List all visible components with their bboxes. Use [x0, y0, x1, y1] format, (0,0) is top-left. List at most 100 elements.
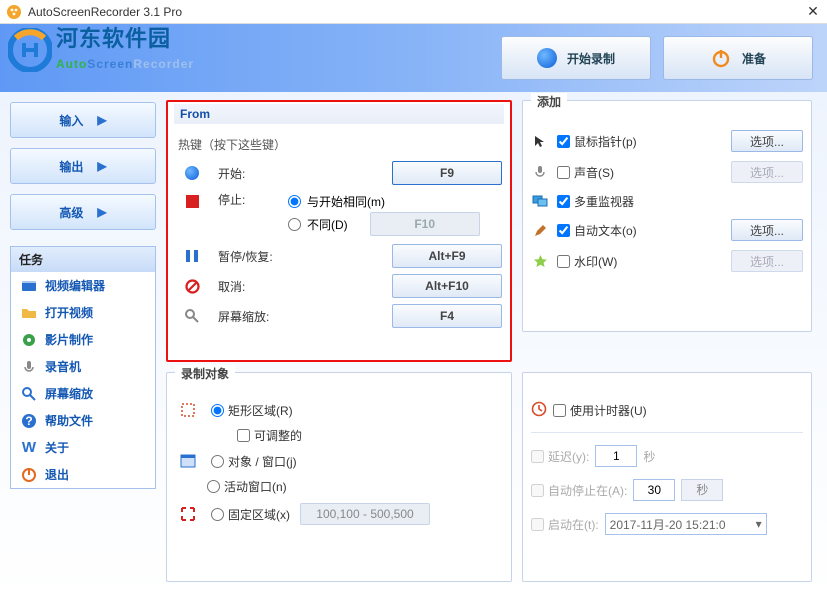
rec-rect-radio[interactable]	[211, 404, 224, 417]
add-sound-options-button: 选项...	[731, 161, 803, 183]
add-multimon-check[interactable]	[557, 195, 570, 208]
add-group: 添加 鼠标指针(p) 选项... 声音(S) 选项...	[522, 100, 812, 332]
task-about[interactable]: W关于	[11, 434, 155, 461]
rec-active-row: 活动窗口(n)	[175, 478, 503, 495]
cancel-icon	[182, 276, 202, 296]
cancel-label: 取消:	[218, 278, 288, 295]
svg-text:?: ?	[25, 414, 32, 428]
from-group: From 热键（按下这些键） 开始: F9 停止: 与开始相同(m	[166, 100, 512, 362]
timer-autostop-input[interactable]	[633, 479, 675, 501]
add-watermark-row: 水印(W) 选项...	[531, 250, 803, 272]
clock-icon	[531, 401, 547, 420]
chevron-right-icon: ▶	[97, 205, 106, 219]
start-record-label: 开始录制	[567, 50, 615, 67]
stop-icon	[182, 191, 202, 211]
task-zoom[interactable]: 屏幕缩放	[11, 380, 155, 407]
add-sound-row: 声音(S) 选项...	[531, 161, 803, 183]
rec-active-radio[interactable]	[207, 480, 220, 493]
add-watermark-check[interactable]	[557, 255, 570, 268]
fixed-icon	[179, 505, 197, 523]
rec-rect-label: 矩形区域(R)	[228, 402, 293, 419]
close-icon[interactable]: ✕	[805, 3, 821, 20]
rec-coords-button[interactable]: 100,100 - 500,500	[300, 503, 430, 525]
task-video-editor[interactable]: 视频编辑器	[11, 272, 155, 299]
about-icon: W	[21, 440, 37, 456]
hotkey-zoom-button[interactable]: F4	[392, 304, 502, 328]
chevron-right-icon: ▶	[97, 159, 106, 173]
watermark-logo-icon	[8, 28, 52, 72]
rec-adjustable-check[interactable]	[237, 429, 250, 442]
nav-input-button[interactable]: 输入▶	[10, 102, 156, 138]
ready-button[interactable]: 准备	[663, 36, 813, 80]
stop-same-radio[interactable]	[288, 195, 301, 208]
mic-icon	[531, 163, 549, 181]
tasks-title: 任务	[11, 247, 155, 272]
nav-advanced-button[interactable]: 高级▶	[10, 194, 156, 230]
timer-startat-date[interactable]: 2017-11月-20 15:21:0▾	[605, 513, 767, 535]
recording-target-group: 录制对象 矩形区域(R) 可调整的 对象 / 窗口(j)	[166, 372, 512, 582]
monitors-icon	[531, 192, 549, 210]
watermark: 河东软件园 AutoScreenRecorder	[8, 28, 194, 72]
task-recorder[interactable]: 录音机	[11, 353, 155, 380]
stop-same-label: 与开始相同(m)	[307, 193, 385, 210]
rec-objwin-radio[interactable]	[211, 455, 224, 468]
left-panel: 输入▶ 输出▶ 高级▶ 任务 视频编辑器 打开视频 影片制作 录音机 屏幕缩放 …	[0, 92, 160, 597]
add-autotext-row: 自动文本(o) 选项...	[531, 219, 803, 241]
rec-objwin-label: 对象 / 窗口(j)	[228, 453, 297, 470]
timer-autostop-row: 自动停止在(A): 秒	[531, 479, 803, 501]
chevron-right-icon: ▶	[97, 113, 106, 127]
hotkey-stop-button: F10	[370, 212, 480, 236]
add-autotext-options-button[interactable]: 选项...	[731, 219, 803, 241]
window-icon	[179, 452, 197, 470]
timer-autostop-check	[531, 484, 544, 497]
task-help[interactable]: ?帮助文件	[11, 407, 155, 434]
star-icon	[531, 252, 549, 270]
magnify-icon	[182, 306, 202, 326]
timer-delay-check	[531, 450, 544, 463]
rec-fixed-label: 固定区域(x)	[228, 506, 290, 523]
hotkey-zoom-row: 屏幕缩放: F4	[176, 304, 502, 328]
stop-diff-radio[interactable]	[288, 218, 301, 231]
reel-icon	[21, 332, 37, 348]
timer-use-check[interactable]	[553, 404, 566, 417]
rec-fixed-radio[interactable]	[211, 508, 224, 521]
add-sound-check[interactable]	[557, 166, 570, 179]
exit-icon	[21, 467, 37, 483]
hotkey-stop-row: 停止: 与开始相同(m) 不同(D) F10	[176, 191, 502, 238]
hotkey-start-row: 开始: F9	[176, 161, 502, 185]
add-autotext-check[interactable]	[557, 224, 570, 237]
task-movie-maker[interactable]: 影片制作	[11, 326, 155, 353]
rec-active-label: 活动窗口(n)	[224, 478, 287, 495]
rec-fixed-row: 固定区域(x) 100,100 - 500,500	[175, 503, 503, 525]
add-mouse-options-button[interactable]: 选项...	[731, 130, 803, 152]
title-bar: AutoScreenRecorder 3.1 Pro ✕	[0, 0, 827, 24]
add-watermark-options-button: 选项...	[731, 250, 803, 272]
tasks-panel: 任务 视频编辑器 打开视频 影片制作 录音机 屏幕缩放 ?帮助文件 W关于 退出	[10, 246, 156, 489]
timer-delay-input[interactable]	[595, 445, 637, 467]
task-open-video[interactable]: 打开视频	[11, 299, 155, 326]
folder-icon	[21, 305, 37, 321]
rect-icon	[179, 401, 197, 419]
hotkey-pause-row: 暂停/恢复: Alt+F9	[176, 244, 502, 268]
start-record-button[interactable]: 开始录制	[501, 36, 651, 80]
nav-output-button[interactable]: 输出▶	[10, 148, 156, 184]
power-icon	[710, 47, 732, 69]
pen-icon	[531, 221, 549, 239]
rec-rect-row: 矩形区域(R)	[175, 401, 503, 419]
timer-sec-label: 秒	[643, 448, 655, 465]
timer-group: 使用计时器(U) 延迟(y): 秒 自动停止在(A): 秒	[522, 372, 812, 582]
mic-icon	[21, 359, 37, 375]
timer-startat-row: 启动在(t): 2017-11月-20 15:21:0▾	[531, 513, 803, 535]
timer-use-row: 使用计时器(U)	[531, 401, 803, 420]
stop-diff-label: 不同(D)	[307, 216, 348, 233]
hotkey-cancel-button[interactable]: Alt+F10	[392, 274, 502, 298]
logo-text: AutoScreenRecorder	[56, 50, 194, 72]
hotkey-start-button[interactable]: F9	[392, 161, 502, 185]
hotkey-cancel-row: 取消: Alt+F10	[176, 274, 502, 298]
task-exit[interactable]: 退出	[11, 461, 155, 488]
hotkey-pause-button[interactable]: Alt+F9	[392, 244, 502, 268]
cursor-icon	[531, 132, 549, 150]
timer-autostop-unit[interactable]: 秒	[681, 479, 723, 501]
add-mouse-check[interactable]	[557, 135, 570, 148]
zoom-icon	[21, 386, 37, 402]
